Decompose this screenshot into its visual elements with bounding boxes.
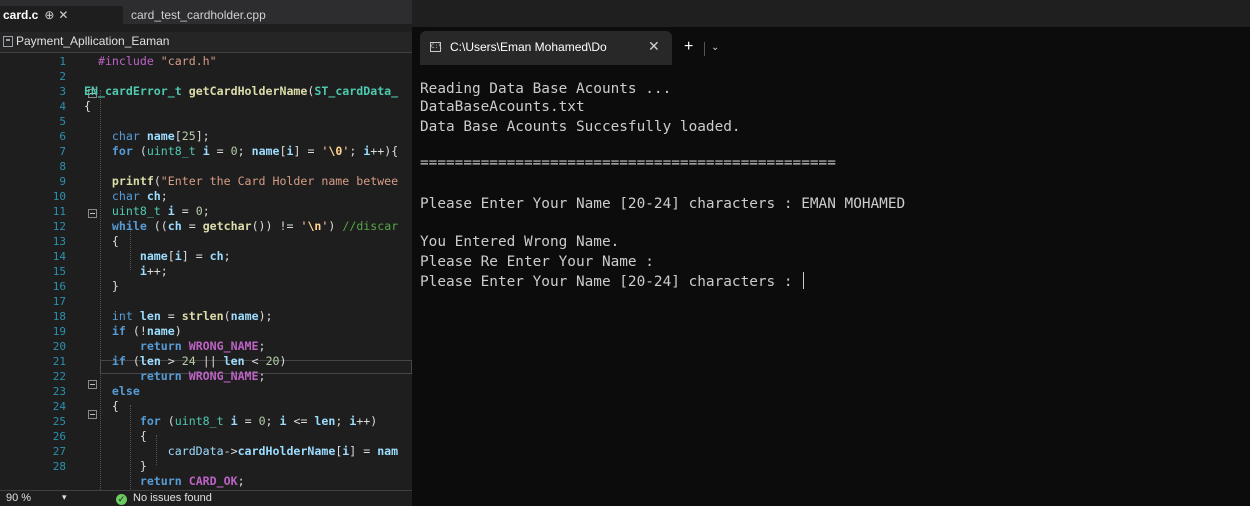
line-number: 16 [52,280,66,293]
code-line: { [84,99,91,113]
navigation-bar: Payment_Apllication_Eaman [0,32,412,53]
code-line: int len = strlen(name); [111,309,273,323]
terminal-tab-title: C:\Users\Eman Mohamed\Do [450,40,607,54]
line-number: 25 [52,415,66,428]
line-number: 6 [59,130,66,143]
code-line: name[i] = ch; [139,249,231,263]
line-number: 4 [59,100,66,113]
ide-window: card.c ⊕ ✕ card_test_cardholder.cpp Paymen… [0,0,412,506]
code-editor[interactable]: 1 2 3 4 5 6 7 8 9 10 11 12 13 14 15 16 17 18 19 20 21 22 23 24 2… [0,54,412,495]
code-line: for (uint8_t i = 0; name[i] = '\0'; i++)… [111,144,399,158]
text-cursor [803,272,805,289]
line-number: 24 [52,400,66,413]
editor-status-bar: 90 % ▾ ✓ No issues found [0,490,412,506]
chevron-down-icon[interactable]: ▾ [62,492,67,503]
code-line: { [84,429,147,443]
code-line: char name[25]; [111,129,210,143]
code-line: while ((ch = getchar()) != '\n') //disca… [111,219,399,233]
terminal-title-strip [412,0,1250,27]
terminal-prompt-line[interactable]: Please Enter Your Name [20-24] character… [420,272,805,292]
terminal-tab[interactable]: C:\ C:\Users\Eman Mohamed\Do ✕ [420,31,672,65]
terminal-line: DataBaseAcounts.txt [420,99,585,115]
code-line: } [84,459,147,473]
tab-card-c[interactable]: card.c ⊕ ✕ [0,6,123,24]
new-tab-button[interactable]: + [684,38,693,56]
line-number: 14 [52,250,66,263]
line-number: 15 [52,265,66,278]
code-line: else [111,384,140,398]
line-number: 3 [59,85,66,98]
line-number: 9 [59,175,66,188]
line-number: 17 [52,295,66,308]
line-number: 19 [52,325,66,338]
code-line: cardData->cardHolderName[i] = nam [167,444,399,458]
code-line: if (!name) [111,324,182,338]
code-line: return WRONG_NAME; [139,369,266,383]
terminal-window[interactable]: C:\ C:\Users\Eman Mohamed\Do ✕ + ⌄ Readi… [412,0,1250,506]
code-line: { [84,399,119,413]
line-number: 5 [59,115,66,128]
issues-status[interactable]: No issues found [133,492,212,504]
line-number: 20 [52,340,66,353]
line-number: 1 [59,55,66,68]
code-line: uint8_t i = 0; [111,204,210,218]
console-icon: C:\ [430,42,442,52]
code-line: i++; [139,264,168,278]
code-line: if (len > 24 || len < 20) [111,354,287,368]
editor-tab-bar: card.c ⊕ ✕ card_test_cardholder.cpp [0,0,412,24]
line-number: 26 [52,430,66,443]
line-number: 7 [59,145,66,158]
pin-icon[interactable]: ⊕ [44,8,54,22]
close-icon[interactable]: ✕ [58,8,68,22]
terminal-line: You Entered Wrong Name. [420,234,620,250]
line-number: 11 [52,205,66,218]
line-number: 28 [52,460,66,473]
code-line: printf("Enter the Card Holder name betwe… [111,174,399,188]
code-line: EN_cardError_t getCardHolderName(ST_card… [84,84,399,98]
line-number: 21 [52,355,66,368]
code-line: for (uint8_t i = 0; i <= len; i++) [139,414,378,428]
close-icon[interactable]: ✕ [648,38,660,55]
code-line: #include "card.h" [97,54,217,68]
line-number: 18 [52,310,66,323]
divider [704,42,705,56]
chevron-down-icon[interactable]: ⌄ [711,42,719,53]
terminal-line: Please Enter Your Name [20-24] character… [420,196,906,212]
terminal-line: Please Re Enter Your Name : [420,254,654,270]
line-number: 23 [52,385,66,398]
line-number: 2 [59,70,66,83]
terminal-line: Reading Data Base Acounts ... [420,81,672,97]
line-number: 13 [52,235,66,248]
terminal-line: Please Enter Your Name [20-24] character… [420,274,802,290]
code-line: return CARD_OK; [139,474,245,488]
check-circle-icon: ✓ [116,494,127,505]
tab-label: card.c [3,8,39,22]
line-number: 10 [52,190,66,203]
line-number: 27 [52,445,66,458]
terminal-line: Data Base Acounts Succesfully loaded. [420,119,741,135]
line-number: 12 [52,220,66,233]
project-icon [3,36,13,47]
code-line: return WRONG_NAME; [139,339,266,353]
line-number: 8 [59,160,66,173]
project-dropdown[interactable]: Payment_Apllication_Eaman [16,34,169,48]
code-line: { [84,234,119,248]
code-line: } [84,279,119,293]
tab-card-test-cardholder[interactable]: card_test_cardholder.cpp [131,6,266,24]
line-number: 22 [52,370,66,383]
zoom-level[interactable]: 90 % [6,492,31,504]
tab-label: card_test_cardholder.cpp [131,8,266,22]
code-line: char ch; [111,189,168,203]
terminal-line: ========================================… [420,155,836,171]
